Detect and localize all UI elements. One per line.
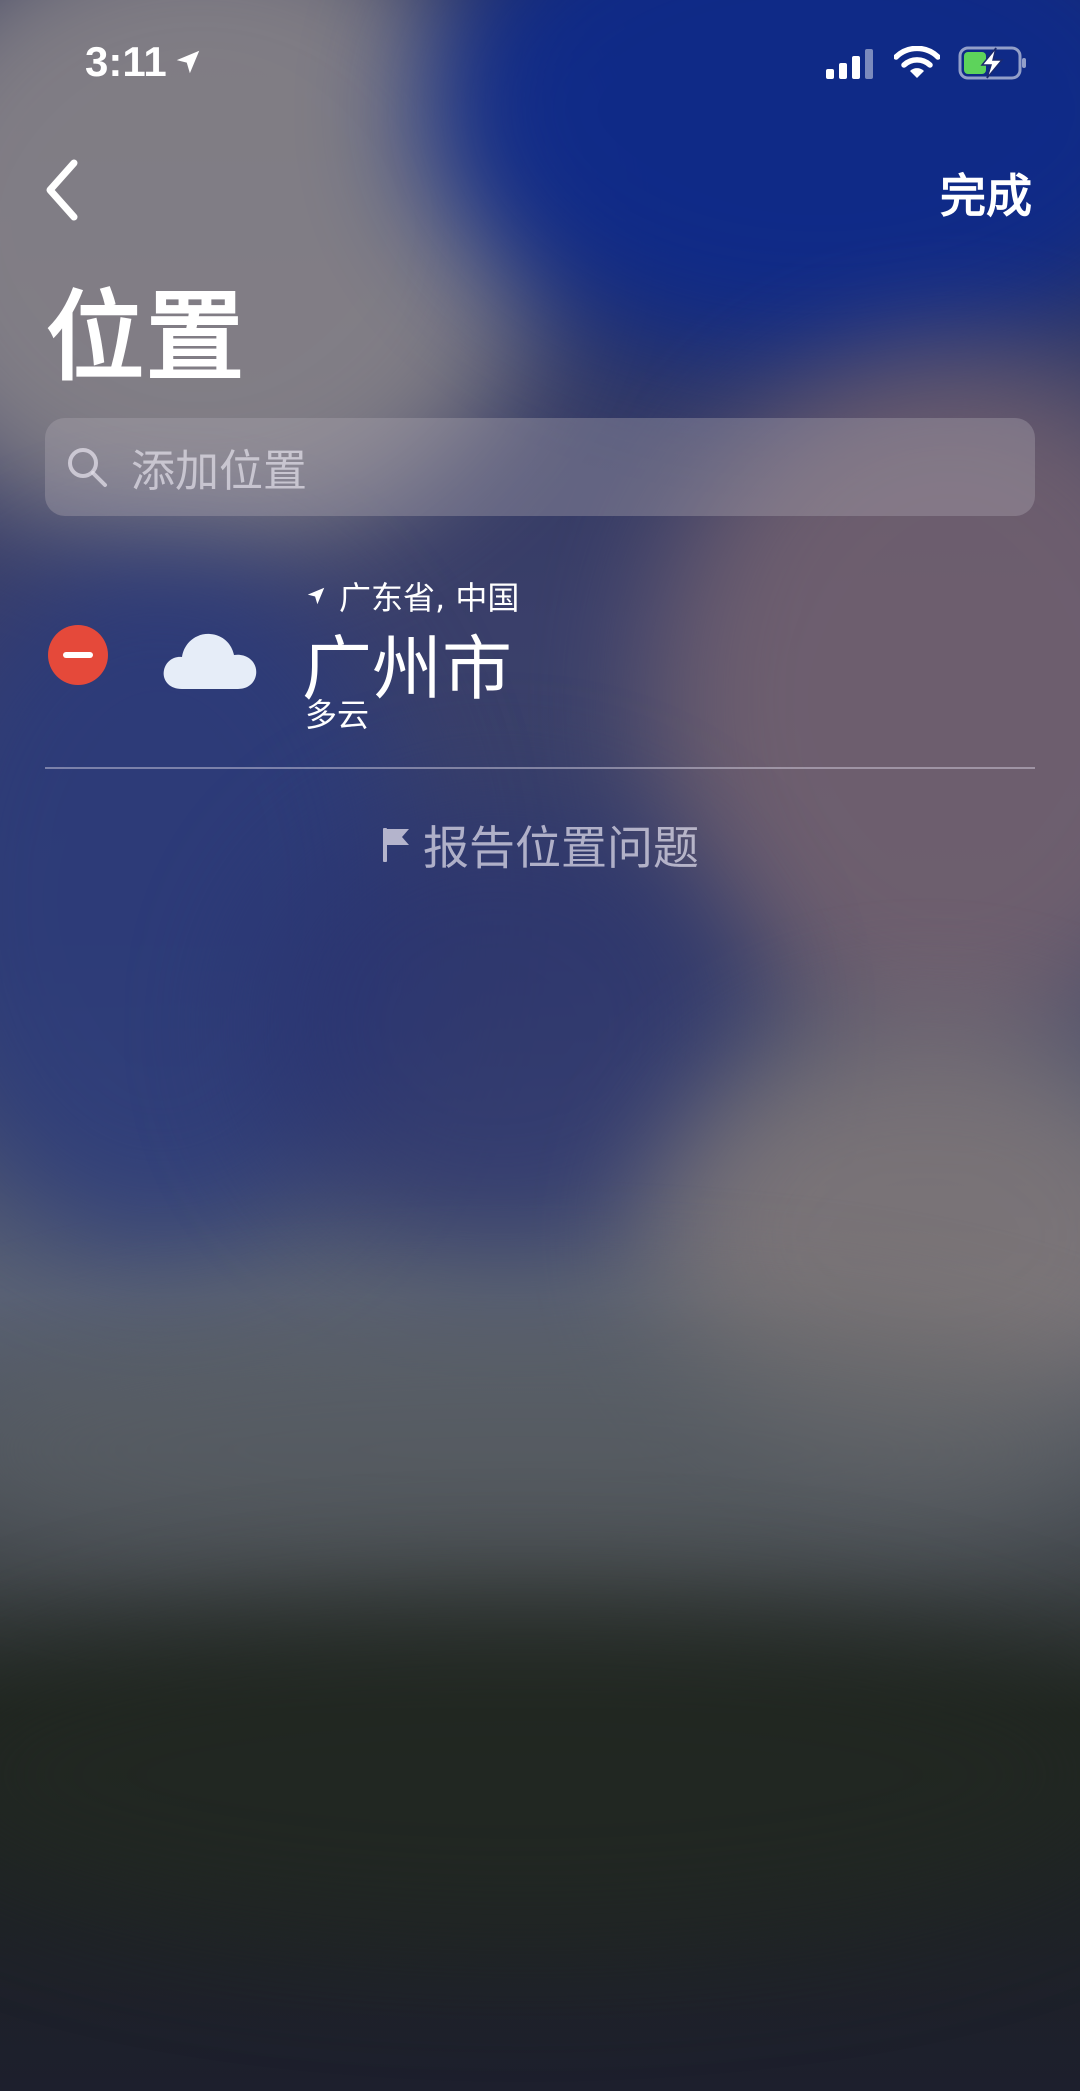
chevron-left-icon [46, 159, 78, 221]
status-indicators [826, 46, 1028, 80]
location-arrow-icon [176, 50, 199, 74]
divider [45, 767, 1035, 769]
list-item-location[interactable]: 广东省, 中国 广州市 多云 [0, 565, 1080, 735]
delete-button[interactable] [48, 625, 108, 685]
status-time-group: 3:11 [85, 38, 203, 86]
flag-icon [383, 828, 409, 862]
status-bar: 3:11 [0, 0, 1080, 130]
weather-condition: 多云 [305, 696, 370, 734]
status-time: 3:11 [85, 38, 167, 85]
report-location-issue-label: 报告位置问题 [423, 821, 699, 875]
search-input[interactable]: 添加位置 [45, 418, 1035, 516]
search-placeholder: 添加位置 [131, 446, 307, 497]
battery-charging-icon [958, 46, 1026, 80]
cloud-icon [163, 633, 257, 689]
search-icon [68, 448, 107, 487]
back-button[interactable] [38, 155, 88, 225]
page-title: 位置 [46, 282, 247, 392]
cellular-signal-icon [826, 49, 873, 79]
location-arrow-icon [307, 587, 325, 605]
wifi-icon [894, 46, 940, 78]
done-button[interactable]: 完成 [940, 160, 1032, 226]
report-location-issue-link[interactable]: 报告位置问题 [0, 812, 1080, 878]
